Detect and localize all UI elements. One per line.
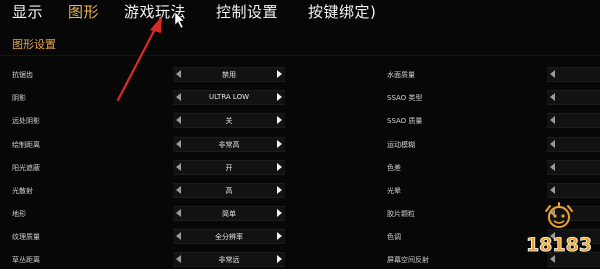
setting-label-texture-quality: 纹理质量	[12, 233, 40, 241]
setting-label-water-quality: 水面质量	[387, 71, 415, 79]
setting-value: 简单	[222, 210, 236, 218]
arrow-left-icon[interactable]	[550, 163, 555, 171]
setting-value: 非常高	[218, 141, 240, 149]
arrow-right-icon[interactable]	[277, 209, 282, 217]
setting-label-terrain: 地形	[12, 210, 26, 218]
arrow-right-icon[interactable]	[277, 232, 282, 240]
setting-label-bloom: 光晕	[387, 187, 401, 195]
setting-label-film-grain: 胶片颗粒	[387, 210, 415, 218]
setting-selector-shadows[interactable]: ULTRA LOW	[173, 90, 285, 105]
setting-value: 非常远	[218, 256, 240, 264]
setting-label-shadows: 阴影	[12, 94, 26, 102]
setting-selector-water-quality[interactable]	[547, 67, 600, 82]
setting-value: 禁用	[222, 71, 236, 79]
arrow-left-icon[interactable]	[550, 186, 555, 194]
tab-display[interactable]: 显示	[12, 1, 43, 22]
setting-value: 开	[225, 164, 233, 172]
setting-label-antialiasing: 抗锯齿	[12, 71, 33, 79]
tab-gameplay[interactable]: 游戏玩法	[124, 1, 186, 22]
setting-label-draw-distance: 绘制距离	[12, 141, 40, 149]
logo-text: 18183	[526, 234, 592, 256]
setting-label-ssao-quality: SSAO 质量	[387, 117, 423, 125]
setting-selector-ssao-type[interactable]	[547, 90, 600, 105]
tab-graphics[interactable]: 图形	[68, 1, 99, 22]
setting-value: ULTRA LOW	[208, 93, 249, 101]
annotation-overlay	[116, 11, 185, 102]
setting-selector-bloom[interactable]	[547, 183, 600, 198]
setting-selector-antialiasing[interactable]: 禁用	[173, 67, 285, 82]
arrow-left-icon[interactable]	[550, 70, 555, 78]
section-title: 图形设置	[12, 38, 56, 51]
setting-selector-grass-distance[interactable]: 非常远	[173, 252, 285, 267]
setting-label-motion-blur: 运动模糊	[387, 141, 415, 149]
site-logo: 18183	[526, 202, 592, 256]
setting-label-ssr: 屏幕空间反射	[387, 256, 429, 264]
setting-label-distant-shadows: 远处阴影	[12, 117, 40, 125]
setting-label-ssao-type: SSAO 类型	[387, 94, 423, 102]
setting-value: 关	[225, 117, 233, 125]
setting-value: 全分辨率	[215, 233, 243, 241]
divider	[0, 55, 600, 56]
setting-selector-distant-shadows[interactable]: 关	[173, 113, 285, 128]
tab-keybindings[interactable]: 按键绑定)	[308, 1, 376, 22]
setting-label-light-scattering: 光散射	[12, 187, 33, 195]
setting-selector-sun-occlusion[interactable]: 开	[173, 160, 285, 175]
setting-selector-motion-blur[interactable]	[547, 137, 600, 152]
arrow-right-icon[interactable]	[277, 140, 282, 148]
arrow-right-icon[interactable]	[277, 93, 282, 101]
arrow-left-icon[interactable]	[550, 93, 555, 101]
tab-bar: 显示 图形 游戏玩法 控制设置 按键绑定)	[0, 0, 600, 30]
logo-mascot-icon	[545, 202, 573, 228]
arrow-left-icon[interactable]	[550, 116, 555, 124]
arrow-right-icon[interactable]	[277, 70, 282, 78]
setting-selector-light-scattering[interactable]: 高	[173, 183, 285, 198]
setting-selector-terrain[interactable]: 简单	[173, 206, 285, 221]
arrow-right-icon[interactable]	[277, 186, 282, 194]
arrow-left-icon[interactable]	[550, 140, 555, 148]
tab-controls[interactable]: 控制设置	[216, 1, 278, 22]
setting-value: 高	[225, 187, 233, 195]
setting-selector-ssao-quality[interactable]	[547, 113, 600, 128]
setting-selector-chromatic-aberration[interactable]	[547, 160, 600, 175]
setting-selector-texture-quality[interactable]: 全分辨率	[173, 229, 285, 244]
arrow-right-icon[interactable]	[277, 163, 282, 171]
setting-label-tone: 色调	[387, 233, 401, 241]
arrow-right-icon[interactable]	[277, 116, 282, 124]
setting-label-sun-occlusion: 阳光遮蔽	[12, 164, 40, 172]
setting-selector-draw-distance[interactable]: 非常高	[173, 137, 285, 152]
setting-label-chromatic-aberration: 色差	[387, 164, 401, 172]
arrow-right-icon[interactable]	[277, 255, 282, 263]
setting-label-grass-distance: 草丛距离	[12, 256, 40, 264]
